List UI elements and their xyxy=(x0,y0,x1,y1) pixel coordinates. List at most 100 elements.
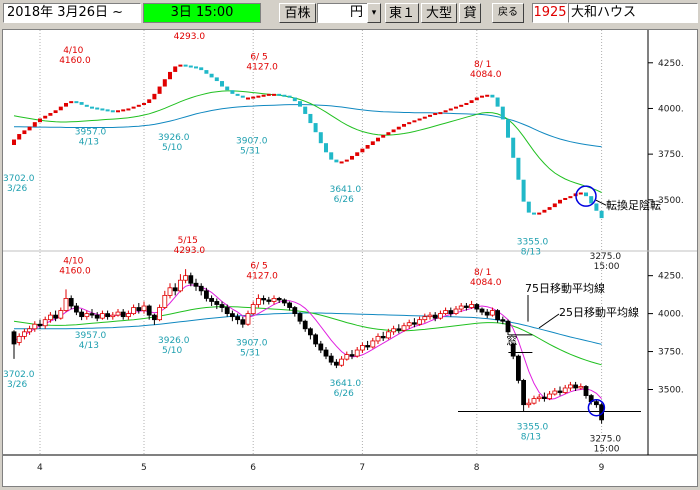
lower-candle xyxy=(531,398,537,404)
upper-candle xyxy=(188,65,193,68)
x-tick-label: 4 xyxy=(37,463,43,473)
lower-annotation-value: 3926.0 xyxy=(158,336,190,346)
lower-candle xyxy=(318,343,324,351)
upper-candle xyxy=(277,93,282,96)
lower-candle xyxy=(89,313,95,316)
upper-y-tick-label: 4250. xyxy=(658,59,684,69)
chevron-down-icon[interactable]: ▾ xyxy=(367,3,381,23)
upper-annotation-date: 5/10 xyxy=(162,143,182,153)
lower-candle xyxy=(406,322,412,327)
lower-candle xyxy=(427,314,433,318)
date-range-field[interactable]: 2018年 3月26日 ~ xyxy=(3,3,141,23)
upper-candle xyxy=(329,152,334,160)
lower-candle xyxy=(313,334,319,345)
chart-area: 4 5 6 7 8 9 3500. 3750. 4000. 4250. 3500. 3750. 4000… xyxy=(2,22,698,487)
lower-candle xyxy=(245,313,251,325)
unit-button[interactable]: 百株 xyxy=(279,3,316,23)
lower-candle xyxy=(224,307,230,315)
upper-candle xyxy=(433,113,438,116)
upper-annotation-value: 4084.0 xyxy=(470,70,502,80)
upper-candle xyxy=(157,86,162,94)
upper-candle xyxy=(516,157,521,180)
lower-candle xyxy=(505,320,511,333)
lower-candle xyxy=(198,285,204,292)
lower-annotation-date: 5/15 xyxy=(178,236,198,246)
upper-candle xyxy=(209,73,214,78)
upper-candle xyxy=(168,71,172,80)
upper-candle xyxy=(183,64,188,67)
upper-candle xyxy=(402,123,406,127)
upper-candle xyxy=(511,137,516,158)
upper-candle xyxy=(32,122,37,127)
lower-candle xyxy=(287,302,293,308)
upper-candle xyxy=(303,106,308,114)
lower-candle xyxy=(521,379,526,406)
lower-candle xyxy=(53,314,58,319)
upper-annotation-date: 15:00 xyxy=(594,262,620,272)
upper-candle xyxy=(500,106,505,120)
lower-candle xyxy=(417,319,423,325)
lower-candle xyxy=(141,305,147,311)
upper-candle xyxy=(318,132,323,144)
upper-candle xyxy=(386,132,391,135)
lower-candle xyxy=(484,311,490,316)
upper-annotation-value: 3926.0 xyxy=(158,133,190,143)
lend-button[interactable]: 貸 xyxy=(459,3,481,23)
lower-candle xyxy=(495,310,501,321)
period-display[interactable]: 3日 15:00 xyxy=(143,3,261,23)
upper-candle xyxy=(594,203,599,211)
upper-candle xyxy=(266,93,271,96)
lower-candle xyxy=(489,310,495,316)
lower-candle xyxy=(432,314,438,319)
lower-candle xyxy=(375,335,381,342)
lower-candle xyxy=(396,328,402,331)
lower-candle xyxy=(255,298,261,305)
upper-candle xyxy=(173,66,178,72)
upper-candle xyxy=(365,145,370,149)
lower-candle xyxy=(157,307,163,321)
upper-annotation-value: 3641.0 xyxy=(330,185,362,195)
upper-annotation-value: 3275.0 xyxy=(590,252,622,262)
market-button[interactable]: 東１ xyxy=(385,3,419,23)
lower-y-tick-label: 4250. xyxy=(658,272,684,282)
upper-candle xyxy=(355,152,360,156)
lower-candle xyxy=(573,384,578,389)
lower-candle xyxy=(261,298,267,301)
lower-candle xyxy=(131,307,137,315)
upper-candle xyxy=(474,97,479,101)
upper-candle xyxy=(350,155,354,160)
lower-annotation-date: 8/13 xyxy=(521,433,541,443)
upper-candle xyxy=(459,104,464,107)
upper-candle xyxy=(339,161,344,164)
upper-candle xyxy=(578,192,583,195)
lower-candle xyxy=(401,325,407,331)
upper-candle xyxy=(178,64,183,67)
stock-name-field[interactable]: 大和ハウス xyxy=(568,3,698,23)
lower-candle xyxy=(443,310,449,315)
lower-annotation-value: 3355.0 xyxy=(517,423,549,433)
lower-candle xyxy=(193,282,199,287)
lower-annotation-date: 15:00 xyxy=(594,445,620,455)
lower-candle xyxy=(219,304,225,308)
lower-candle xyxy=(562,387,568,393)
lower-annotation-date: 3/26 xyxy=(7,380,27,390)
lower-candle xyxy=(250,304,256,315)
upper-candle xyxy=(391,129,396,133)
upper-candle xyxy=(298,101,302,107)
x-tick-label: 6 xyxy=(250,463,256,473)
lower-candle xyxy=(266,299,272,302)
lower-candle xyxy=(380,335,386,339)
back-button[interactable]: 戻る xyxy=(492,3,524,23)
lower-annotation-value: 3275.0 xyxy=(590,435,622,445)
lower-candle xyxy=(94,314,100,319)
stock-code-field[interactable]: 1925 xyxy=(532,3,568,23)
upper-annotation-value: 4127.0 xyxy=(246,62,278,72)
lower-candle xyxy=(354,349,360,357)
upper-candle xyxy=(162,79,167,87)
lower-annotation-value: 3702.0 xyxy=(3,370,35,380)
upper-candle xyxy=(84,104,89,107)
upper-candle xyxy=(381,134,386,138)
size-button[interactable]: 大型 xyxy=(421,3,457,23)
upper-candle xyxy=(74,101,79,104)
upper-candle xyxy=(454,106,458,109)
